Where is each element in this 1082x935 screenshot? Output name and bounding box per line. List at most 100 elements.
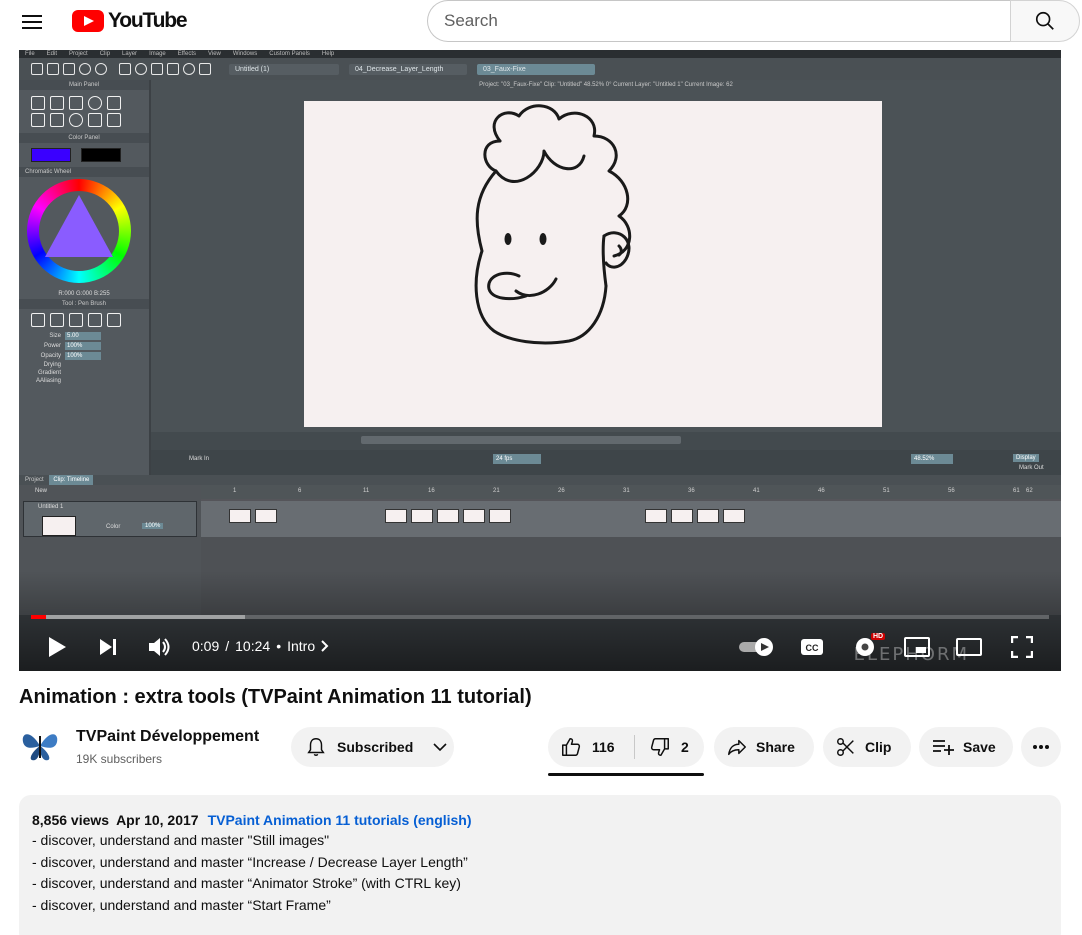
volume-icon <box>149 638 170 656</box>
app-menu-item: Effects <box>177 51 196 57</box>
captions-button[interactable]: CC <box>794 633 830 661</box>
owner-row: TVPaint Développement 19K subscribers Su… <box>19 725 539 769</box>
timeline-tick-label: 62 <box>1026 488 1033 494</box>
miniplayer-icon <box>904 637 930 657</box>
description-box[interactable]: 8,856 views Apr 10, 2017 TVPaint Animati… <box>19 795 1061 935</box>
app-playbar: Mark In 24 fps 48.52% Display Mark Out <box>151 450 1061 475</box>
app-menu-item: Custom Panels <box>269 51 310 57</box>
settings-button[interactable]: HD <box>847 633 886 661</box>
like-button[interactable]: 116 <box>548 727 634 767</box>
timeline-tick-label: 46 <box>818 488 825 494</box>
share-icon <box>728 739 746 756</box>
dislike-button[interactable]: 2 <box>635 727 689 767</box>
channel-avatar[interactable] <box>19 725 61 767</box>
tool-panel-header: Tool : Pen Brush <box>19 299 149 309</box>
timeline-frame <box>463 509 485 523</box>
zoom-field: 48.52% <box>911 454 953 464</box>
ellipse-tool-icon <box>88 96 102 110</box>
brush-tool-icon <box>31 96 45 110</box>
color-wheel <box>19 177 149 289</box>
layer-row: Untitled 1 Color 100% <box>23 501 197 537</box>
subscribed-button[interactable]: Subscribed <box>291 727 454 767</box>
select-tool-icon <box>31 113 45 127</box>
search-button[interactable] <box>1010 0 1080 42</box>
display-label: Display <box>1013 454 1039 462</box>
playlist-add-icon <box>933 740 954 755</box>
option-opacity-label: Opacity <box>40 353 61 359</box>
share-button[interactable]: Share <box>714 727 814 767</box>
search-input[interactable]: Search <box>427 0 1011 42</box>
timeline-tick-label: 21 <box>493 488 500 494</box>
progress-bar[interactable] <box>31 615 1049 619</box>
layers-icon <box>151 63 163 75</box>
miniplayer-button[interactable] <box>899 633 935 661</box>
timeline-frame <box>385 509 407 523</box>
primary-color-swatch <box>31 148 71 162</box>
autoplay-toggle[interactable] <box>737 633 777 661</box>
timeline-frame <box>255 509 277 523</box>
theater-mode-button[interactable] <box>951 633 987 661</box>
app-left-panel: Main Panel Color Panel Chromatic Wheel R… <box>19 80 149 475</box>
subscribed-label: Subscribed <box>337 739 414 755</box>
search-placeholder: Search <box>444 11 498 30</box>
app-menu-item: Layer <box>122 51 138 57</box>
save-button[interactable]: Save <box>919 727 1013 767</box>
color-panel-header: Color Panel <box>19 133 149 143</box>
app-toolbar: Untitled (1) 04_Decrease_Layer_Length 03… <box>19 58 1061 80</box>
cartoon-face-drawing <box>474 104 632 345</box>
option-size-label: Size <box>49 333 61 339</box>
thumb-down-icon <box>650 738 669 756</box>
undo-icon <box>79 63 91 75</box>
doc-tab-untitled: Untitled (1) <box>229 63 339 75</box>
app-menu-item: File <box>25 51 35 57</box>
captions-icon: CC <box>801 639 823 655</box>
youtube-logo[interactable]: YouTube <box>72 9 188 33</box>
timeline-frame <box>437 509 459 523</box>
clip-button[interactable]: Clip <box>823 727 911 767</box>
play-icon <box>49 637 66 657</box>
app-menu-item: Image <box>149 51 166 57</box>
autoplay-toggle-icon <box>739 638 773 656</box>
app-menu-item: Clip <box>99 51 111 57</box>
timeline-tick-label: 16 <box>428 488 435 494</box>
app-menu-item: Project <box>69 51 88 57</box>
volume-button[interactable] <box>141 633 177 661</box>
color-swatches <box>19 143 149 167</box>
like-ratio-bar <box>548 773 704 776</box>
layer-opacity: 100% <box>142 523 164 529</box>
rgb-readout: R:000 G:000 B:255 <box>58 291 110 297</box>
secondary-color-swatch <box>81 148 121 162</box>
mark-out-label: Mark Out <box>1019 465 1044 471</box>
channel-name[interactable]: TVPaint Développement <box>76 728 259 746</box>
mark-in-label: Mark In <box>189 456 210 462</box>
masthead: YouTube Search <box>0 0 1082 42</box>
app-canvas-area: Project: "03_Faux-Fixe" Clip: "Untitled"… <box>151 80 1061 475</box>
fill-tool-icon <box>107 96 121 110</box>
eraser-icon <box>107 313 121 327</box>
play-button[interactable] <box>39 633 75 661</box>
timeline-frame <box>645 509 667 523</box>
redo-icon <box>95 63 107 75</box>
share-label: Share <box>756 739 795 755</box>
subscriber-count: 19K subscribers <box>76 752 163 766</box>
progress-played <box>31 615 46 619</box>
chapter-button[interactable]: Intro <box>287 638 329 654</box>
saturation-triangle <box>45 195 113 257</box>
progress-buffered <box>31 615 245 619</box>
move-tool-icon <box>88 113 102 127</box>
color-icon <box>135 63 147 75</box>
next-button[interactable] <box>90 633 126 661</box>
fullscreen-button[interactable] <box>1004 633 1040 661</box>
menu-icon[interactable] <box>18 10 46 34</box>
timeline-header: Project Clip: Timeline <box>19 475 1061 485</box>
zoom-tool-icon <box>69 113 83 127</box>
view-count: 8,856 views <box>32 812 110 828</box>
playlist-link[interactable]: TVPaint Animation 11 tutorials (english) <box>208 812 472 828</box>
timeline-tick-label: 51 <box>883 488 890 494</box>
doc-tab-decrease-layer-length: 04_Decrease_Layer_Length <box>349 63 467 75</box>
time-display: 0:09 / 10:24 • Intro <box>192 638 329 654</box>
like-dislike-group: 116 2 <box>548 727 704 767</box>
more-actions-button[interactable] <box>1021 727 1061 767</box>
video-player[interactable]: File Edit Project Clip Layer Image Effects View… <box>19 50 1061 671</box>
description-line: - discover, understand and master “Anima… <box>32 875 461 891</box>
